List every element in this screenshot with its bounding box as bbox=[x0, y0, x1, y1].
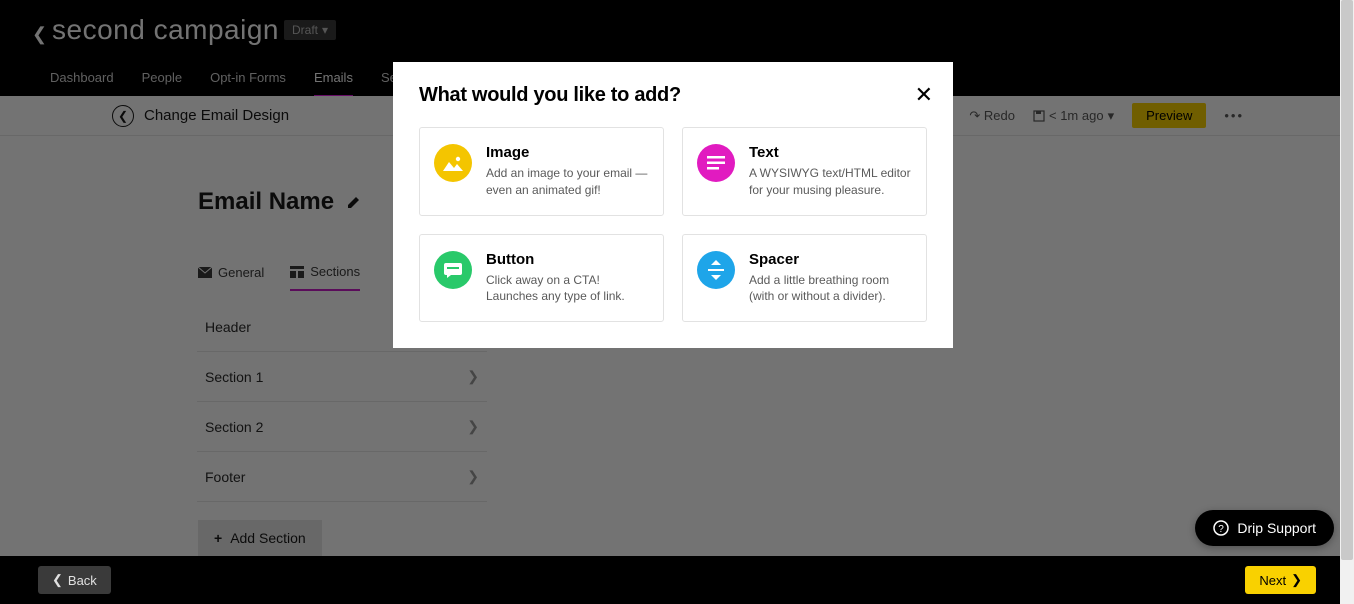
add-block-modal: What would you like to add? ✕ Image Add … bbox=[393, 62, 953, 348]
svg-text:?: ? bbox=[1219, 524, 1225, 535]
spacer-icon bbox=[697, 251, 735, 289]
button-icon bbox=[434, 251, 472, 289]
chevron-left-icon: ❮ bbox=[52, 572, 63, 588]
back-button[interactable]: ❮ Back bbox=[38, 566, 111, 594]
modal-card-text[interactable]: Text A WYSIWYG text/HTML editor for your… bbox=[682, 127, 927, 216]
card-desc: A WYSIWYG text/HTML editor for your musi… bbox=[749, 165, 912, 199]
modal-card-button[interactable]: Button Click away on a CTA! Launches any… bbox=[419, 234, 664, 323]
modal-card-spacer[interactable]: Spacer Add a little breathing room (with… bbox=[682, 234, 927, 323]
modal-grid: Image Add an image to your email — even … bbox=[419, 127, 927, 322]
next-button[interactable]: Next ❯ bbox=[1245, 566, 1316, 594]
modal-title: What would you like to add? bbox=[419, 84, 927, 107]
chevron-right-icon: ❯ bbox=[1291, 572, 1302, 588]
scrollbar-track[interactable] bbox=[1340, 0, 1354, 604]
image-icon bbox=[434, 144, 472, 182]
card-title: Spacer bbox=[749, 251, 912, 268]
card-title: Image bbox=[486, 144, 649, 161]
bottom-bar: ❮ Back Next ❯ bbox=[0, 556, 1354, 604]
card-title: Button bbox=[486, 251, 649, 268]
support-widget[interactable]: ? Drip Support bbox=[1195, 510, 1334, 546]
help-icon: ? bbox=[1213, 520, 1229, 536]
card-desc: Click away on a CTA! Launches any type o… bbox=[486, 272, 649, 306]
card-title: Text bbox=[749, 144, 912, 161]
card-desc: Add an image to your email — even an ani… bbox=[486, 165, 649, 199]
scrollbar-thumb[interactable] bbox=[1341, 0, 1353, 560]
modal-close-button[interactable]: ✕ bbox=[915, 82, 933, 108]
modal-card-image[interactable]: Image Add an image to your email — even … bbox=[419, 127, 664, 216]
card-desc: Add a little breathing room (with or wit… bbox=[749, 272, 912, 306]
text-icon bbox=[697, 144, 735, 182]
